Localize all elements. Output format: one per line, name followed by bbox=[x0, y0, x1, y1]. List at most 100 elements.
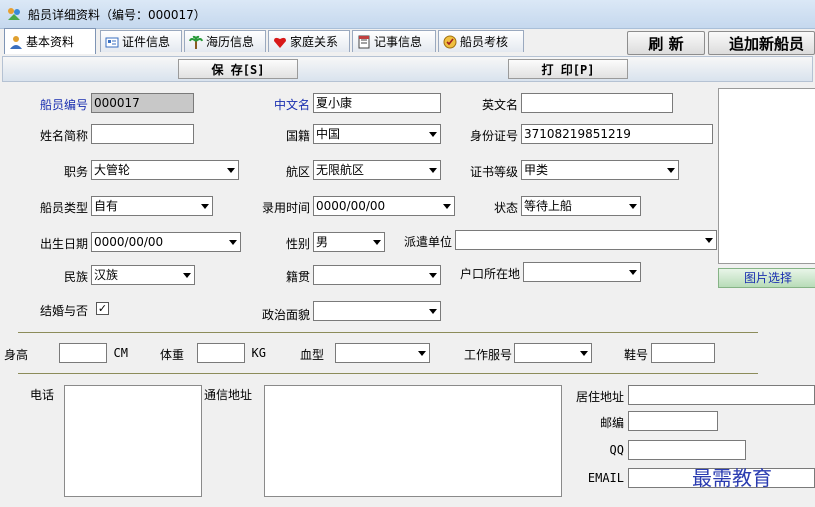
watermark-text: 最需教育 bbox=[692, 466, 772, 490]
chevron-down-icon bbox=[629, 270, 637, 275]
chevron-down-icon bbox=[418, 351, 426, 356]
nationality-value: 中国 bbox=[316, 127, 341, 141]
qq-field[interactable] bbox=[628, 440, 746, 460]
id-card-icon bbox=[105, 37, 119, 47]
refresh-button[interactable]: 刷 新 bbox=[627, 31, 705, 55]
height-field[interactable] bbox=[59, 343, 107, 363]
blood-label: 血型 bbox=[299, 348, 324, 362]
qq-label: QQ bbox=[609, 443, 624, 457]
nationality-label: 国籍 bbox=[285, 129, 310, 143]
chevron-down-icon bbox=[629, 204, 637, 209]
title-bar: 船员详细资料（编号：000017） bbox=[0, 0, 815, 29]
hire-date-label: 录用时间 bbox=[261, 201, 310, 215]
short-name-field[interactable] bbox=[91, 124, 194, 144]
weight-unit: KG bbox=[251, 346, 266, 360]
blood-select[interactable] bbox=[335, 343, 430, 363]
status-label: 状态 bbox=[493, 201, 518, 215]
dispatch-unit-select[interactable] bbox=[455, 230, 717, 250]
weight-field[interactable] bbox=[197, 343, 245, 363]
action-toolbar bbox=[2, 56, 813, 82]
gender-value: 男 bbox=[316, 235, 329, 249]
chevron-down-icon bbox=[429, 132, 437, 137]
uniform-label: 工作服号 bbox=[463, 348, 512, 362]
hire-date-select[interactable]: 0000/00/00 bbox=[313, 196, 455, 216]
add-new-crew-button[interactable]: 追加新船员 bbox=[708, 31, 815, 55]
nav-area-select[interactable]: 无限航区 bbox=[313, 160, 441, 180]
phone-textarea[interactable] bbox=[64, 385, 202, 497]
tab-label: 证件信息 bbox=[122, 35, 171, 49]
chevron-down-icon bbox=[429, 273, 437, 278]
crew-no-label: 船员编号 bbox=[39, 98, 88, 112]
duty-select[interactable]: 大管轮 bbox=[91, 160, 239, 180]
cert-grade-label: 证书等级 bbox=[469, 165, 518, 179]
chevron-down-icon bbox=[443, 204, 451, 209]
window-title: 船员详细资料（编号：000017） bbox=[28, 8, 206, 22]
cert-grade-select[interactable]: 甲类 bbox=[521, 160, 679, 180]
shoe-field[interactable] bbox=[651, 343, 715, 363]
tab-label: 家庭关系 bbox=[290, 35, 339, 49]
native-place-label: 籍贯 bbox=[285, 270, 310, 284]
tab-label: 记事信息 bbox=[374, 35, 423, 49]
household-label: 户口所在地 bbox=[459, 267, 520, 281]
en-name-field[interactable] bbox=[521, 93, 673, 113]
home-addr-field[interactable] bbox=[628, 385, 815, 405]
tab-notes[interactable]: 记事信息 bbox=[352, 30, 436, 52]
photo-select-button[interactable]: 图片选择 bbox=[718, 268, 815, 288]
hire-date-value: 0000/00/00 bbox=[316, 199, 386, 213]
ethnicity-select[interactable]: 汉族 bbox=[91, 265, 195, 285]
tab-assessment[interactable]: 船员考核 bbox=[438, 30, 524, 52]
cert-grade-value: 甲类 bbox=[524, 163, 549, 177]
person-icon bbox=[10, 35, 22, 49]
birth-date-value: 0000/00/00 bbox=[94, 235, 164, 249]
chevron-down-icon bbox=[183, 273, 191, 278]
duty-value: 大管轮 bbox=[94, 163, 131, 177]
chevron-down-icon bbox=[373, 240, 381, 245]
status-value: 等待上船 bbox=[524, 199, 573, 213]
household-select[interactable] bbox=[523, 262, 641, 282]
ethnicity-label: 民族 bbox=[63, 270, 88, 284]
birth-date-select[interactable]: 0000/00/00 bbox=[91, 232, 241, 252]
shoe-label: 鞋号 bbox=[623, 348, 648, 362]
dispatch-unit-label: 派遣单位 bbox=[403, 235, 452, 249]
chevron-down-icon bbox=[705, 238, 713, 243]
gender-label: 性别 bbox=[285, 237, 310, 251]
zip-label: 邮编 bbox=[599, 416, 624, 430]
section-divider bbox=[18, 332, 758, 333]
cn-name-field[interactable]: 夏小康 bbox=[313, 93, 441, 113]
tab-sea-history[interactable]: 海历信息 bbox=[184, 30, 266, 52]
nationality-select[interactable]: 中国 bbox=[313, 124, 441, 144]
gender-select[interactable]: 男 bbox=[313, 232, 385, 252]
chevron-down-icon bbox=[201, 204, 209, 209]
chevron-down-icon bbox=[429, 168, 437, 173]
married-checkbox[interactable]: ✓ bbox=[96, 302, 109, 315]
id-no-label: 身份证号 bbox=[469, 129, 518, 143]
zip-field[interactable] bbox=[628, 411, 718, 431]
crew-no-field[interactable]: 000017 bbox=[91, 93, 194, 113]
email-label: EMAIL bbox=[587, 471, 624, 485]
crew-type-select[interactable]: 自有 bbox=[91, 196, 213, 216]
assessment-icon bbox=[443, 35, 457, 48]
en-name-label: 英文名 bbox=[481, 98, 518, 112]
tab-family[interactable]: 家庭关系 bbox=[268, 30, 350, 52]
cn-name-label: 中文名 bbox=[273, 98, 310, 112]
tab-certificates[interactable]: 证件信息 bbox=[100, 30, 182, 52]
heart-icon bbox=[274, 37, 286, 48]
nav-area-label: 航区 bbox=[285, 165, 310, 179]
mail-addr-textarea[interactable] bbox=[264, 385, 562, 497]
tab-basic-info[interactable]: 基本资料 bbox=[4, 28, 96, 54]
save-button[interactable]: 保 存[S] bbox=[178, 59, 298, 79]
uniform-select[interactable] bbox=[514, 343, 592, 363]
status-select[interactable]: 等待上船 bbox=[521, 196, 641, 216]
id-no-field[interactable]: 37108219851219 bbox=[521, 124, 713, 144]
married-label: 结婚与否 bbox=[39, 304, 88, 318]
height-label: 身高 bbox=[3, 348, 28, 362]
politics-label: 政治面貌 bbox=[261, 308, 310, 322]
palm-tree-icon bbox=[189, 35, 203, 49]
print-button[interactable]: 打 印[P] bbox=[508, 59, 628, 79]
politics-select[interactable] bbox=[313, 301, 441, 321]
ethnicity-value: 汉族 bbox=[94, 268, 119, 282]
chevron-down-icon bbox=[580, 351, 588, 356]
native-place-select[interactable] bbox=[313, 265, 441, 285]
tab-label: 基本资料 bbox=[26, 35, 75, 49]
chevron-down-icon bbox=[667, 168, 675, 173]
